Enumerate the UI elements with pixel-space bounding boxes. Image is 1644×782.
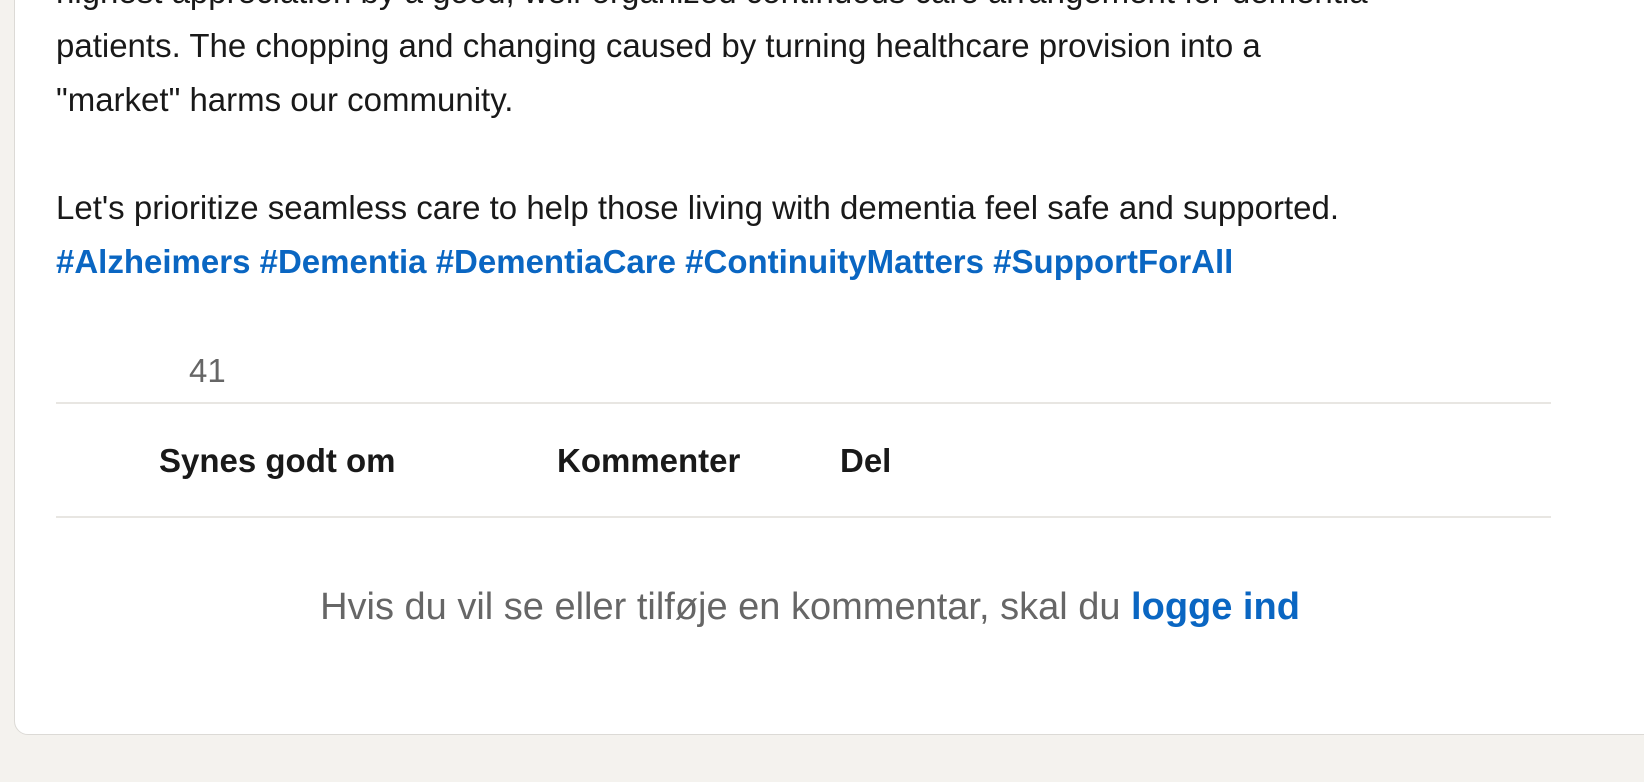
login-prompt-text: Hvis du vil se eller tilføje en kommenta…	[320, 586, 1121, 628]
divider-top	[56, 402, 1551, 404]
share-button[interactable]: Del	[840, 421, 891, 501]
hashtag-dementia[interactable]: #Dementia	[260, 243, 427, 280]
comment-button[interactable]: Kommenter	[557, 421, 740, 501]
hashtag-dementiacare[interactable]: #DementiaCare	[436, 243, 676, 280]
hashtag-list: #Alzheimers #Dementia #DementiaCare #Con…	[56, 235, 1576, 289]
hashtag-continuitymatters[interactable]: #ContinuityMatters	[685, 243, 984, 280]
post-line-2: "market" harms our community.	[56, 81, 514, 118]
post-body: highest appreciation by a good, well-org…	[56, 0, 1576, 289]
post-line-clipped: highest appreciation by a good, well-org…	[56, 0, 1576, 19]
login-prompt: Hvis du vil se eller tilføje en kommenta…	[15, 586, 1605, 629]
login-link[interactable]: logge ind	[1131, 586, 1300, 628]
post-card: highest appreciation by a good, well-org…	[14, 0, 1644, 735]
action-bar: Synes godt om Kommenter Del	[56, 421, 1551, 501]
divider-bottom	[56, 516, 1551, 518]
reaction-count[interactable]: 41	[189, 352, 226, 390]
hashtag-supportforall[interactable]: #SupportForAll	[993, 243, 1233, 280]
like-button[interactable]: Synes godt om	[159, 421, 396, 501]
post-line-3: Let's prioritize seamless care to help t…	[56, 189, 1340, 226]
hashtag-alzheimers[interactable]: #Alzheimers	[56, 243, 250, 280]
post-line-1: patients. The chopping and changing caus…	[56, 27, 1261, 64]
